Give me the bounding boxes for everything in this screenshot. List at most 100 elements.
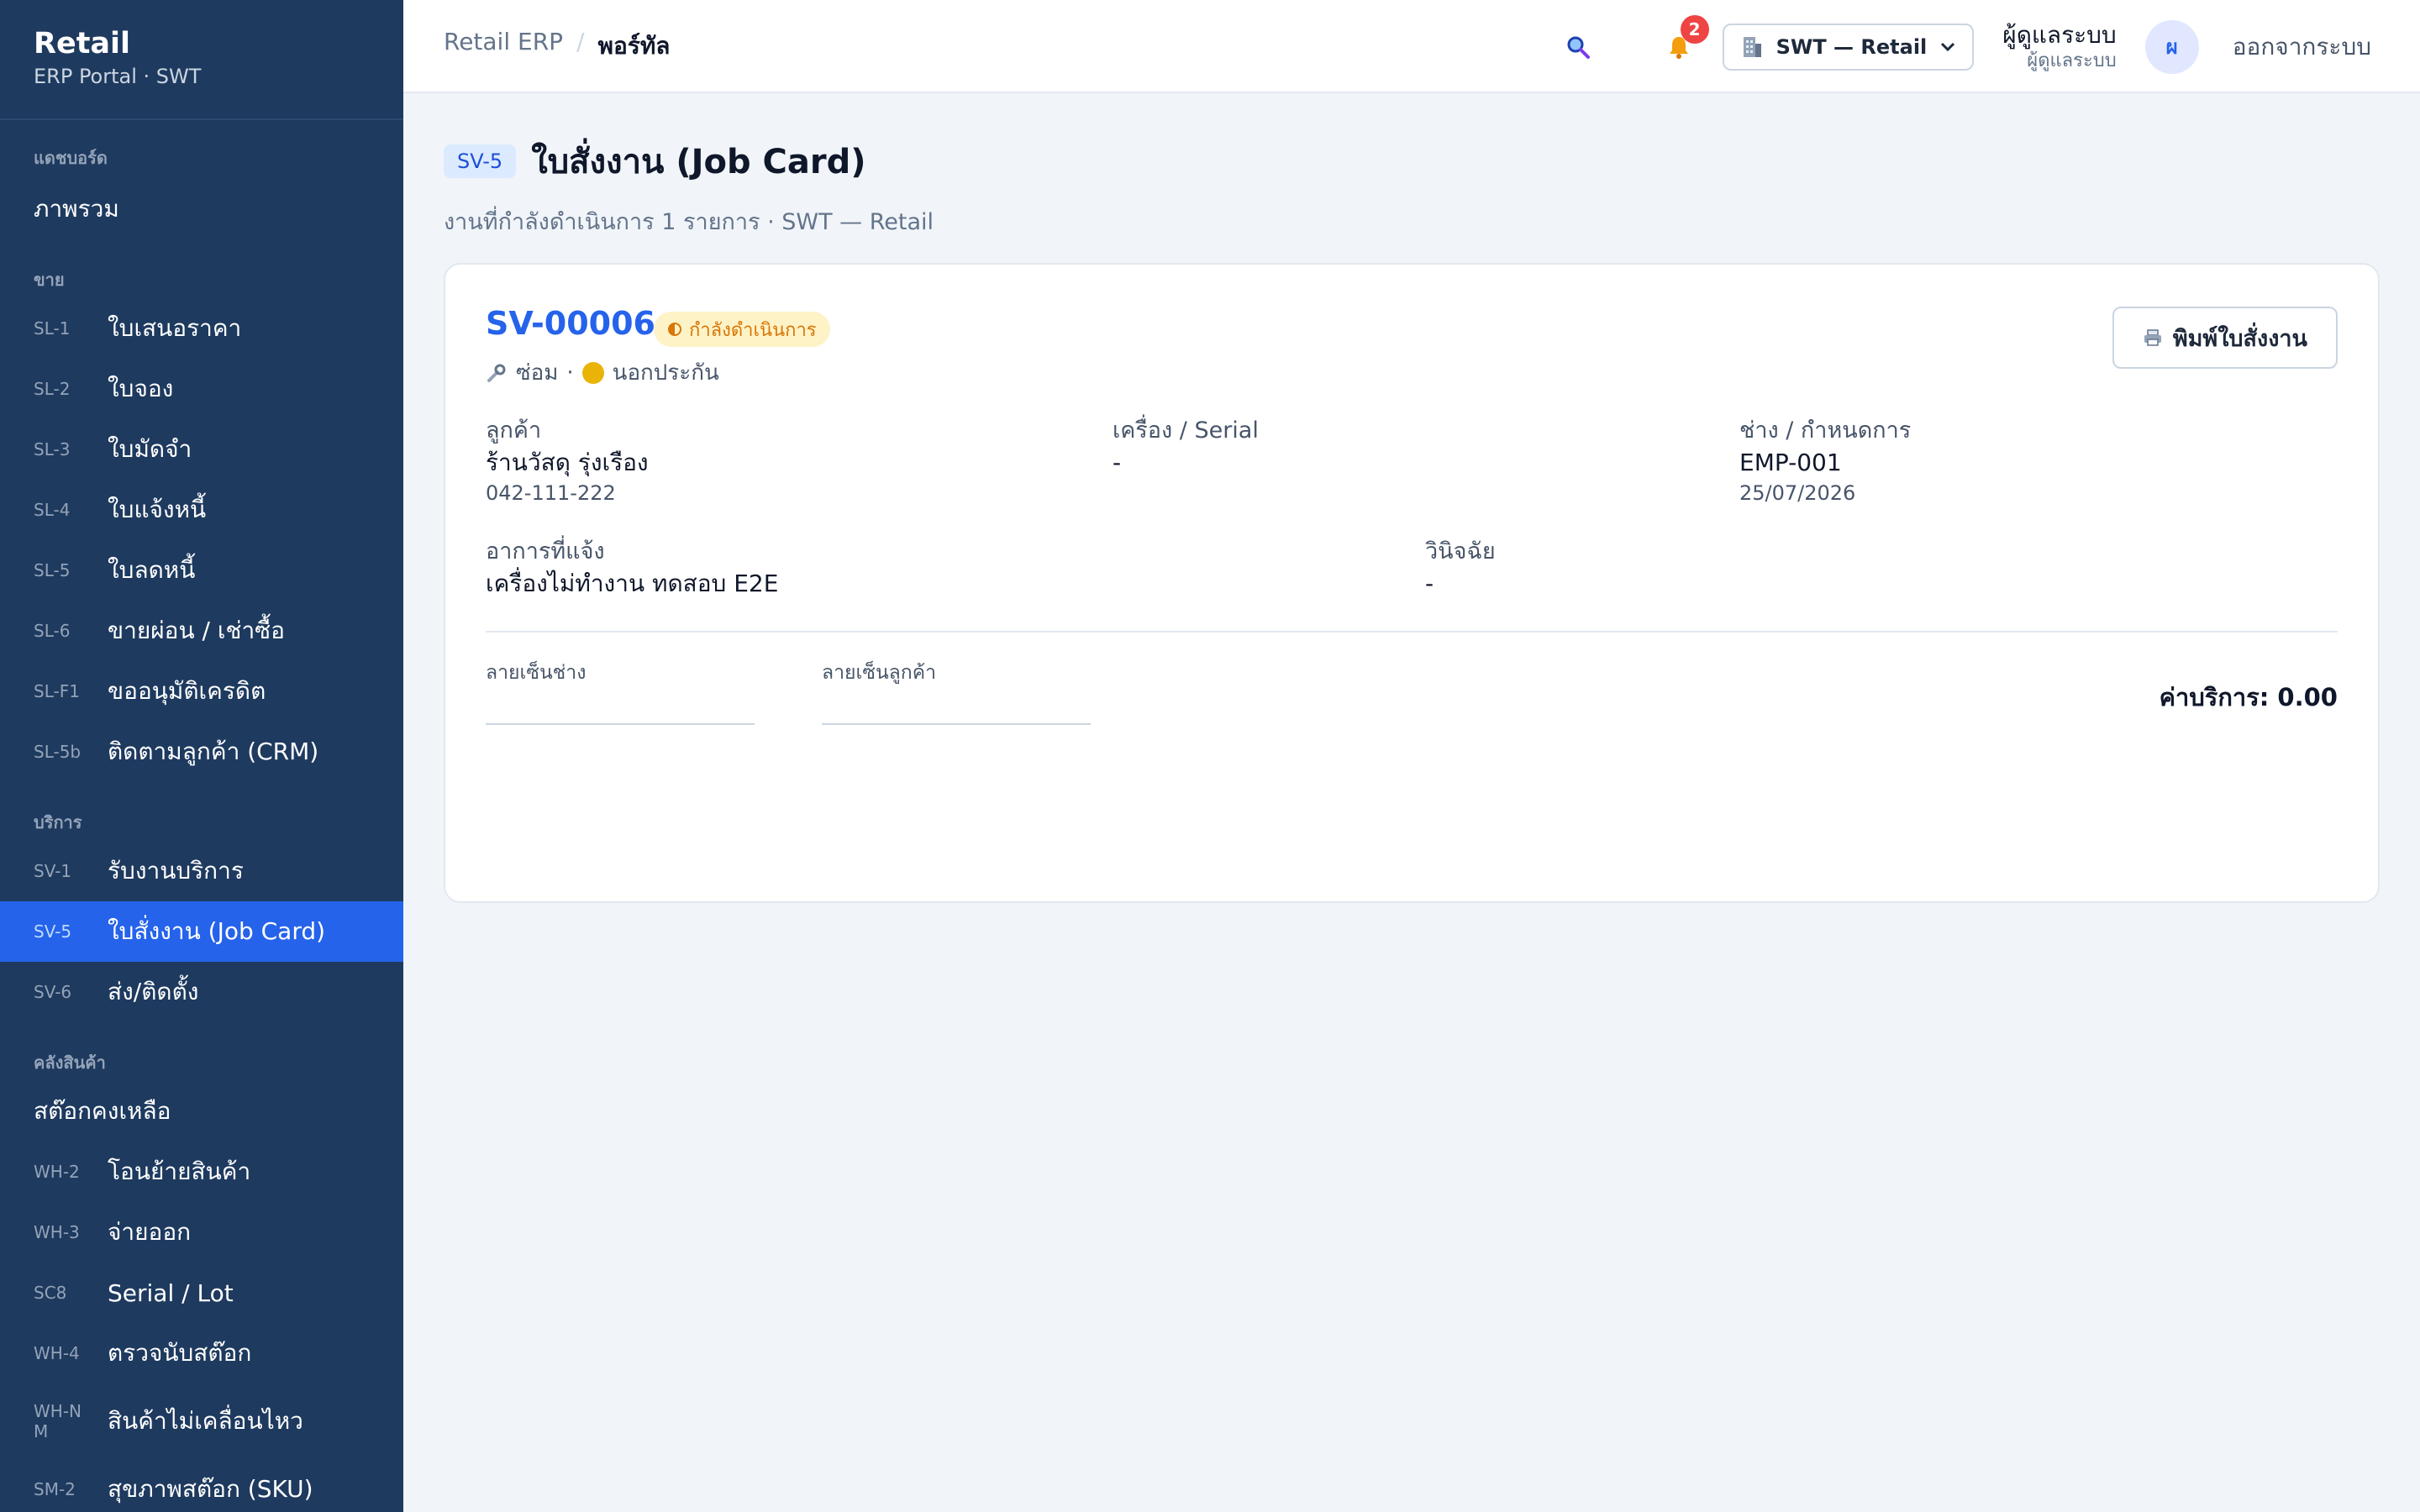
customer-label: ลูกค้า [486,417,542,444]
sidebar-item-code: WH-4 [34,1343,80,1363]
status-label: กำลังดำเนินการ [689,319,817,341]
customer-phone: 042-111-222 [486,481,616,505]
page-title-row: SV-5 ใบสั่งงาน (Job Card) [444,134,2380,188]
symptom-value: เครื่องไม่ทำงาน ทดสอบ E2E [486,570,779,597]
card-divider [486,631,2338,633]
sidebar-item-stock-count[interactable]: WH-4 ตรวจนับสต๊อก [0,1323,403,1383]
technician-label: ช่าง / กำหนดการ [1739,417,1912,444]
brand-title: Retail [34,27,131,60]
company-select-label: SWT — Retail [1776,34,1928,59]
page-title: ใบสั่งงาน (Job Card) [531,143,866,181]
user-info: ผู้ดูแลระบบ ผู้ดูแลระบบ [2002,21,2116,73]
building-icon [1743,36,1761,57]
sidebar-item-service-intake[interactable]: SV-1 รับงานบริการ [0,841,403,901]
symptom-field: อาการที่แจ้ง เครื่องไม่ทำงาน ทดสอบ E2E [486,537,778,601]
symptom-label: อาการที่แจ้ง [486,538,605,564]
sidebar-item-stock-health[interactable]: SM-2 สุขภาพสต๊อก (SKU) [0,1459,403,1512]
sidebar-item-label: ใบมัดจำ [108,435,192,463]
sidebar-item-label: จ่ายออก [108,1218,192,1246]
company-select[interactable]: SWT — Retail [1722,23,1975,71]
job-number[interactable]: SV-00006 [486,305,655,342]
customer-name: ร้านวัสดุ รุ่งเรือง [486,449,649,476]
header-actions: 2 SWT — Retail ผู้ดูแลระบบ ผู้ดูแลระบบ ผ… [1551,0,2371,93]
sidebar-item-label: ตรวจนับสต๊อก [108,1339,252,1367]
sidebar-item-label: ติดตามลูกค้า (CRM) [108,738,319,765]
sidebar-item-non-moving[interactable]: WH-NM สินค้าไม่เคลื่อนไหว [0,1383,403,1459]
sidebar-item-credit-note[interactable]: SL-5 ใบลดหนี้ [0,540,403,601]
notification-badge: 2 [1680,14,1709,44]
sidebar-item-label: ขายผ่อน / เช่าซื้อ [108,617,285,644]
sidebar-item-code: SL-5b [34,742,82,762]
sidebar-item-label: ใบเสนอราคา [108,314,242,342]
section-dashboard: แดชบอร์ด [34,148,108,168]
brand-subtitle: ERP Portal · SWT [34,65,202,88]
sidebar-item-code: SL-1 [34,318,71,339]
chevron-down-icon [1941,42,1955,51]
sidebar-item-code: WH-2 [34,1162,80,1182]
sidebar-item-invoice[interactable]: SL-4 ใบแจ้งหนี้ [0,480,403,540]
sidebar-item-serial-lot[interactable]: SC8 Serial / Lot [0,1263,403,1323]
sidebar-item-delivery[interactable]: SV-6 ส่ง/ติดตั้ง [0,962,403,1022]
sidebar-item-label: รับงานบริการ [108,857,244,885]
technician-field: ช่าง / กำหนดการ EMP-001 25/07/2026 [1739,416,1911,507]
sidebar-item-stock-balance[interactable]: สต๊อกคงเหลือ [0,1081,403,1142]
sidebar-item-code: SV-6 [34,982,72,1002]
sidebar-item-code: SV-1 [34,861,72,881]
coin-icon [581,361,604,384]
breadcrumb-current: พอร์ทัล [597,31,671,60]
machine-value: - [1113,449,1122,476]
technician-signature-label: ลายเซ็นช่าง [486,662,587,684]
sidebar: Retail ERP Portal · SWT แดชบอร์ด ภาพรวม … [0,0,403,1512]
sidebar-item-code: SM-2 [34,1479,76,1499]
diagnosis-field: วินิจฉัย - [1425,537,1496,601]
breadcrumb-separator: / [576,27,585,55]
sidebar-item-label: สุขภาพสต๊อก (SKU) [108,1475,313,1503]
page-code-tag: SV-5 [444,144,517,178]
search-button[interactable] [1551,20,1605,74]
customer-signature: ลายเซ็นลูกค้า [822,658,1091,725]
sidebar-item-quotation[interactable]: SL-1 ใบเสนอราคา [0,298,403,359]
signature-line [486,723,755,725]
sidebar-item-label: ใบสั่งงาน (Job Card) [108,917,326,945]
print-job-card-button[interactable]: พิมพ์ใบสั่งงาน [2112,307,2338,369]
service-fee: ค่าบริการ: 0.00 [2159,683,2338,711]
sidebar-nav: แดชบอร์ด ภาพรวม ขาย SL-1 ใบเสนอราคา SL-2 ใ… [0,120,403,1512]
section-warehouse: คลังสินค้า [34,1053,106,1073]
sidebar-item-code: SL-4 [34,500,71,520]
sidebar-item-code: WH-3 [34,1222,80,1242]
sidebar-item-code: SL-2 [34,379,71,399]
sidebar-item-job-card[interactable]: SV-5 ใบสั่งงาน (Job Card) [0,901,403,962]
diagnosis-value: - [1425,570,1434,597]
half-circle-icon [668,323,681,336]
breadcrumb-root[interactable]: Retail ERP [444,28,563,65]
logout-button[interactable]: ออกจากระบบ [2233,29,2371,66]
diagnosis-label: วินิจฉัย [1425,538,1496,564]
sidebar-item-label: ภาพรวม [34,195,119,223]
sidebar-item-label: Serial / Lot [108,1278,234,1307]
sidebar-item-credit-approval[interactable]: SL-F1 ขออนุมัติเครดิต [0,661,403,722]
search-icon [1567,36,1590,59]
user-role: ผู้ดูแลระบบ [2027,50,2117,71]
sidebar-item-deposit[interactable]: SL-3 ใบมัดจำ [0,419,403,480]
breadcrumb: Retail ERP / พอร์ทัล [444,28,670,65]
sidebar-item-code: SL-6 [34,621,71,641]
sidebar-item-overview[interactable]: ภาพรวม [0,179,403,239]
technician-value: EMP-001 [1739,449,1842,476]
sidebar-item-crm[interactable]: SL-5b ติดตามลูกค้า (CRM) [0,722,403,782]
technician-signature: ลายเซ็นช่าง [486,658,755,725]
scheduled-date: 25/07/2026 [1739,481,1856,505]
page-subtitle: งานที่กำลังดำเนินการ 1 รายการ · SWT — Re… [444,209,934,235]
sidebar-item-reservation[interactable]: SL-2 ใบจอง [0,359,403,419]
sidebar-item-issue[interactable]: WH-3 จ่ายออก [0,1202,403,1263]
avatar[interactable]: ผ [2144,19,2199,74]
sidebar-item-transfer[interactable]: WH-2 โอนย้ายสินค้า [0,1142,403,1202]
wrench-icon [487,364,506,382]
notification-button[interactable]: 2 [1652,14,1709,74]
sidebar-item-installment[interactable]: SL-6 ขายผ่อน / เช่าซื้อ [0,601,403,661]
sidebar-item-label: ใบลดหนี้ [108,556,196,584]
sidebar-item-label: โอนย้ายสินค้า [108,1158,251,1185]
section-service: บริการ [34,812,82,832]
brand: Retail ERP Portal · SWT [0,0,403,120]
print-button-label: พิมพ์ใบสั่งงาน [2172,325,2307,352]
sidebar-item-code: SL-F1 [34,681,80,701]
